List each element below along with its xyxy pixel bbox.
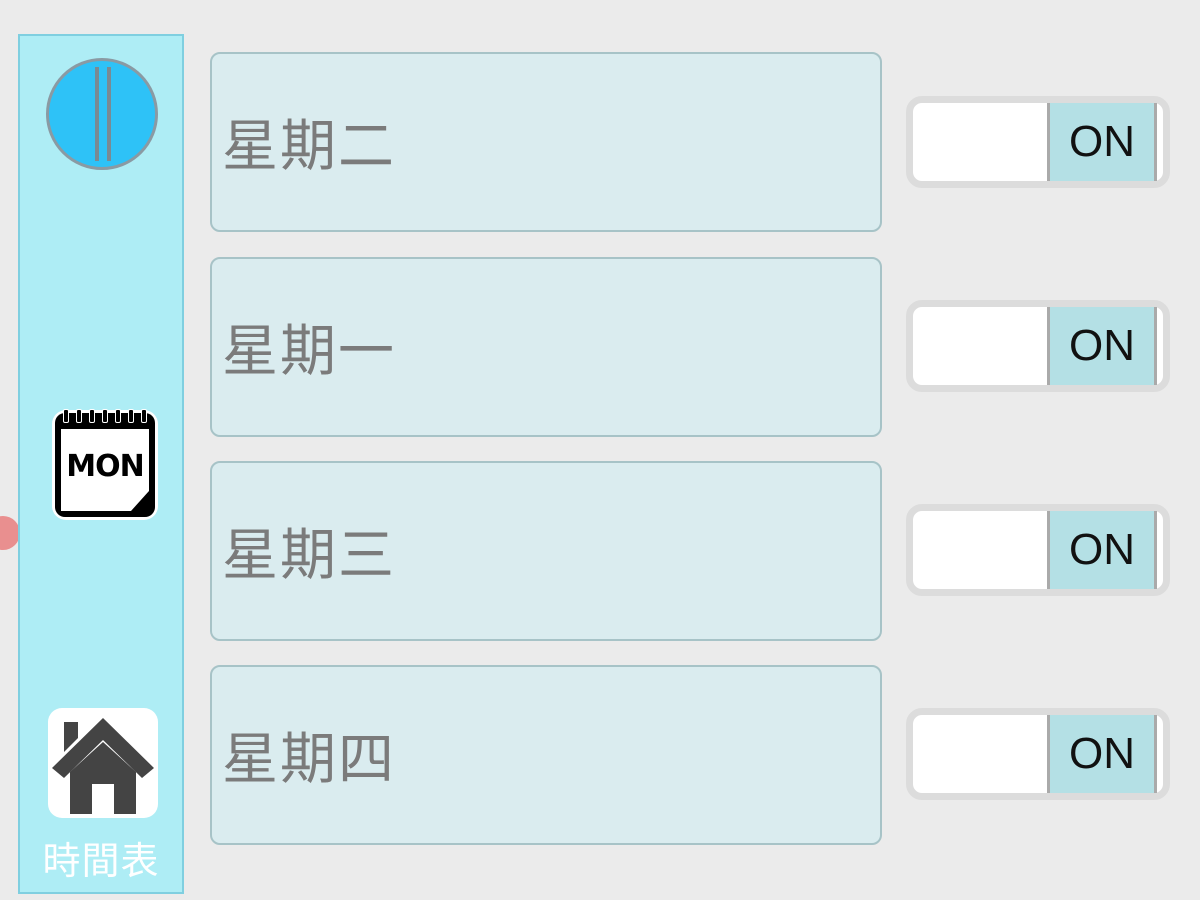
switch-knob: ON — [1047, 715, 1157, 793]
pause-bar-left — [95, 67, 99, 161]
switch-knob: ON — [1047, 511, 1157, 589]
sidebar-title: 時間表 — [42, 839, 160, 883]
calendar-body: MON — [55, 409, 155, 517]
sidebar: MON 時間表 — [18, 34, 184, 894]
calendar-page: MON — [61, 429, 149, 511]
day-label: 星期三 — [222, 523, 396, 589]
notification-dot — [0, 516, 20, 550]
day-label: 星期二 — [222, 114, 396, 180]
day-card-wednesday[interactable]: 星期三 — [210, 461, 882, 641]
day-card-thursday[interactable]: 星期四 — [210, 665, 882, 845]
day-switch-thursday[interactable]: ON — [906, 708, 1170, 800]
app-screen: MON 時間表 星期二 ON 星期一 ON 星期三 ON 星期四 ON — [0, 0, 1200, 900]
pause-bar-right — [107, 67, 111, 161]
day-switch-wednesday[interactable]: ON — [906, 504, 1170, 596]
home-icon[interactable] — [48, 708, 158, 818]
switch-knob: ON — [1047, 307, 1157, 385]
round-toggle-icon[interactable] — [46, 58, 158, 170]
day-card-tuesday[interactable]: 星期二 — [210, 52, 882, 232]
day-switch-monday[interactable]: ON — [906, 300, 1170, 392]
day-label: 星期一 — [222, 319, 396, 385]
day-card-monday[interactable]: 星期一 — [210, 257, 882, 437]
calendar-mon-icon[interactable]: MON — [52, 409, 158, 520]
calendar-day-text: MON — [66, 448, 144, 484]
day-label: 星期四 — [222, 727, 396, 793]
switch-knob: ON — [1047, 103, 1157, 181]
calendar-rings — [63, 409, 147, 423]
home-glyph — [52, 718, 154, 814]
day-switch-tuesday[interactable]: ON — [906, 96, 1170, 188]
